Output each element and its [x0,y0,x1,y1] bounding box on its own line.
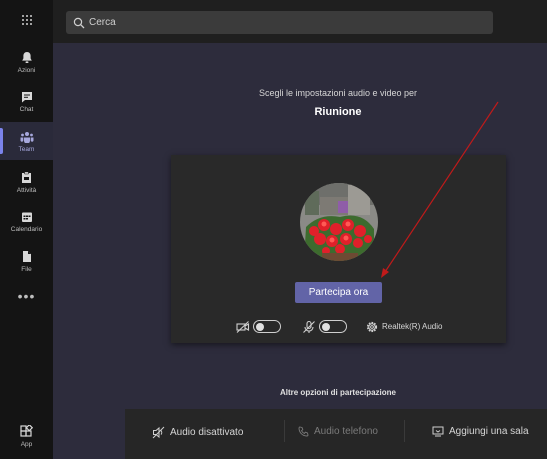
teams-window: Azioni Chat Team Attività Calendario Fil… [0,0,547,459]
annotation-arrow [381,101,499,278]
